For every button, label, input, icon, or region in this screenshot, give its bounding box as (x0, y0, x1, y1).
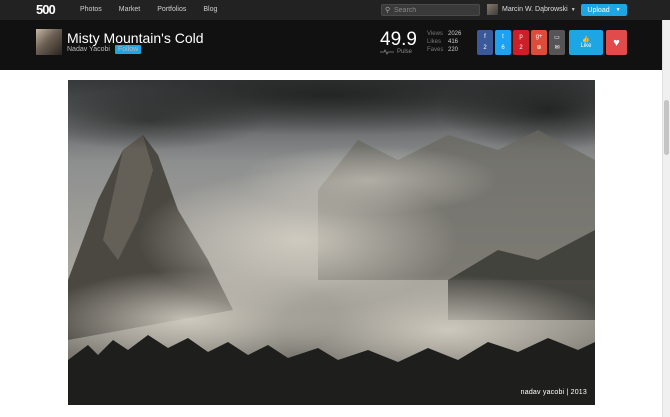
photo-stats: Views 2026 Likes 416 Faves 220 (427, 31, 461, 55)
like-label: Like (580, 43, 592, 49)
photo-title: Misty Mountain's Cold (67, 30, 204, 46)
stat-likes: Likes 416 (427, 39, 461, 45)
share-pinterest-button[interactable]: p 2 (513, 30, 529, 55)
heart-icon: ♥ (613, 36, 620, 49)
upload-button[interactable]: Upload ▼ (581, 4, 627, 16)
facebook-icon: f (484, 34, 486, 41)
stat-value: 2026 (448, 31, 462, 37)
author-line: Nadav Yacobi Follow (67, 45, 142, 54)
site-logo[interactable]: 500 (36, 2, 56, 17)
share-embed-button[interactable]: ▭ ✉ (549, 30, 565, 55)
stat-value: 220 (448, 47, 459, 53)
page-scrollbar[interactable] (662, 20, 670, 417)
user-menu[interactable]: Marcin W. Dąbrowski ▼ (487, 4, 576, 15)
twitter-icon: t (502, 34, 504, 41)
nav-market[interactable]: Market (119, 6, 140, 13)
user-avatar (487, 4, 498, 15)
top-navigation-bar: 500 Photos Market Portfolios Blog ⚲ Marc… (0, 0, 670, 20)
share-facebook-button[interactable]: f 2 (477, 30, 493, 55)
share-buttons: f 2 t 6 p 2 g+ ⊛ ▭ ✉ (477, 30, 565, 55)
pinterest-icon: p (519, 34, 523, 41)
nav-blog[interactable]: Blog (203, 6, 217, 13)
share-count: 2 (483, 44, 487, 51)
photo-header: Misty Mountain's Cold Nadav Yacobi Follo… (0, 20, 670, 70)
stat-views: Views 2026 (427, 31, 461, 37)
share-googleplus-button[interactable]: g+ ⊛ (531, 30, 547, 55)
upload-label: Upload (587, 6, 610, 14)
pulse-icon (380, 49, 394, 55)
user-name: Marcin W. Dąbrowski (502, 6, 568, 13)
stat-label: Faves (427, 47, 444, 53)
nav-portfolios[interactable]: Portfolios (157, 6, 186, 13)
chevron-down-icon: ▼ (615, 7, 621, 13)
stumbleupon-icon: ⊛ (536, 45, 542, 51)
main-photo[interactable]: nadav yacobi | 2013 (68, 80, 595, 405)
stat-label: Views (427, 31, 443, 37)
share-twitter-button[interactable]: t 6 (495, 30, 511, 55)
embed-icon: ▭ (554, 34, 560, 41)
favorite-button[interactable]: ♥ (606, 30, 627, 55)
search-box: ⚲ (381, 4, 480, 16)
mountain-photo-image (68, 80, 595, 405)
stat-label: Likes (427, 39, 442, 45)
pulse-value: 49.9 (380, 29, 417, 50)
pulse-label: Pulse (397, 49, 413, 55)
like-button[interactable]: 👍 Like (569, 30, 603, 55)
nav-photos[interactable]: Photos (80, 6, 102, 13)
email-icon: ✉ (554, 45, 560, 52)
scrollbar-thumb[interactable] (664, 100, 669, 155)
pulse-label-row: Pulse (380, 49, 412, 55)
author-avatar[interactable] (36, 29, 62, 55)
chevron-down-icon: ▼ (570, 6, 576, 13)
search-icon: ⚲ (385, 7, 391, 14)
share-count: 2 (519, 44, 523, 51)
main-nav: Photos Market Portfolios Blog (80, 6, 234, 13)
search-input[interactable] (394, 5, 478, 15)
follow-button[interactable]: Follow (114, 45, 142, 54)
stat-value: 416 (448, 39, 459, 45)
share-count: 6 (501, 44, 505, 51)
stat-faves: Faves 220 (427, 47, 461, 53)
thumbs-up-icon: 👍 (582, 37, 590, 43)
photo-watermark: nadav yacobi | 2013 (520, 389, 587, 396)
googleplus-icon: g+ (535, 34, 543, 40)
author-name[interactable]: Nadav Yacobi (67, 46, 110, 53)
